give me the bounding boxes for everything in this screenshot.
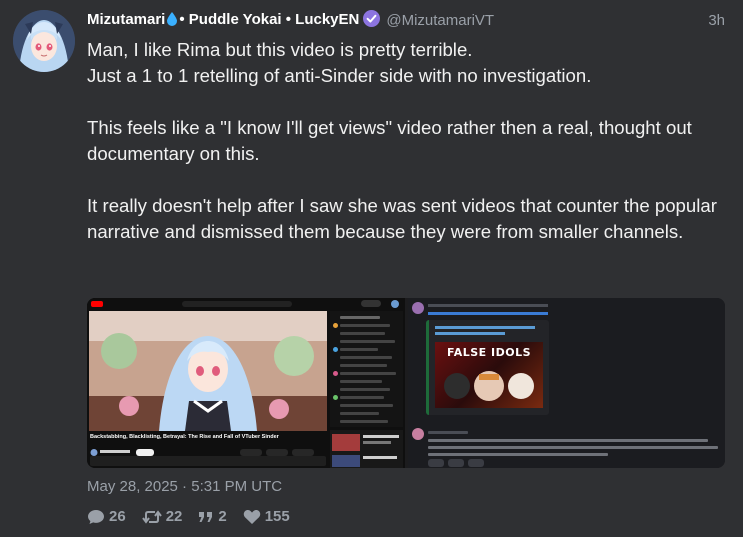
user-avatar-icon [412,428,424,440]
user-avatar-icon [412,302,424,314]
reply-count: 26 [109,508,126,525]
author-handle[interactable]: @MizutamariVT [386,12,494,29]
post-paragraph: Man, I like Rima but this video is prett… [87,39,592,86]
like-button[interactable]: 155 [243,508,290,525]
video-description [90,456,326,466]
media-attachments: Backstabbing, Blacklisting, Betrayal: Th… [87,298,725,468]
search-bar [182,301,292,307]
reactions-row [428,459,484,467]
video-title: Backstabbing, Blacklisting, Betrayal: Th… [90,434,279,440]
video-site-topbar [87,298,405,310]
post-body: Man, I like Rima but this video is prett… [87,37,732,245]
video-frame [89,311,327,431]
link-embed: FALSE IDOLS [426,320,549,415]
embed-thumbnail: FALSE IDOLS [435,342,543,408]
live-chat-panel [330,311,403,427]
post-actions: 26 22 2 155 [87,508,290,525]
verified-badge-icon [363,9,381,31]
recommended-video [330,430,403,468]
quote-button[interactable]: 2 [198,508,227,525]
display-name-prefix: Mizutamari [87,10,166,28]
message-link [428,312,548,315]
create-button [361,300,381,307]
account-avatar [391,300,399,308]
avatar[interactable] [13,10,75,72]
reply-button[interactable]: 26 [87,508,126,525]
repost-button[interactable]: 22 [141,508,183,525]
repost-icon [141,509,162,524]
message-header [428,304,548,307]
water-drop-icon [167,11,178,30]
post-timestamp[interactable]: May 28, 2025 · 5:31 PM UTC [87,478,282,495]
attachment-image-video-screenshot[interactable]: Backstabbing, Blacklisting, Betrayal: Th… [87,298,405,468]
repost-count: 22 [165,508,183,525]
video-channel-row [90,444,326,456]
like-count: 155 [264,508,290,525]
post-time[interactable]: 3h [708,12,725,29]
reply-icon [88,509,104,524]
post: Mizutamari • Puddle Yokai • LuckyEN @Mizu… [0,0,743,537]
quote-count: 2 [218,508,227,525]
heart-icon [243,509,260,524]
video-site-logo-icon [91,301,103,307]
post-header: Mizutamari • Puddle Yokai • LuckyEN @Mizu… [87,9,725,31]
display-name-suffix: • Puddle Yokai • LuckyEN [179,10,360,28]
post-paragraph: This feels like a "I know I'll get views… [87,117,692,164]
quote-icon [199,511,213,522]
anime-avatar-icon [13,10,75,72]
post-paragraph: It really doesn't help after I saw she w… [87,195,717,242]
attachment-image-chat-screenshot[interactable]: FALSE IDOLS [408,298,725,468]
display-name[interactable]: Mizutamari • Puddle Yokai • LuckyEN [87,11,359,30]
embed-title [435,326,535,329]
vtuber-scene-icon [89,311,327,431]
